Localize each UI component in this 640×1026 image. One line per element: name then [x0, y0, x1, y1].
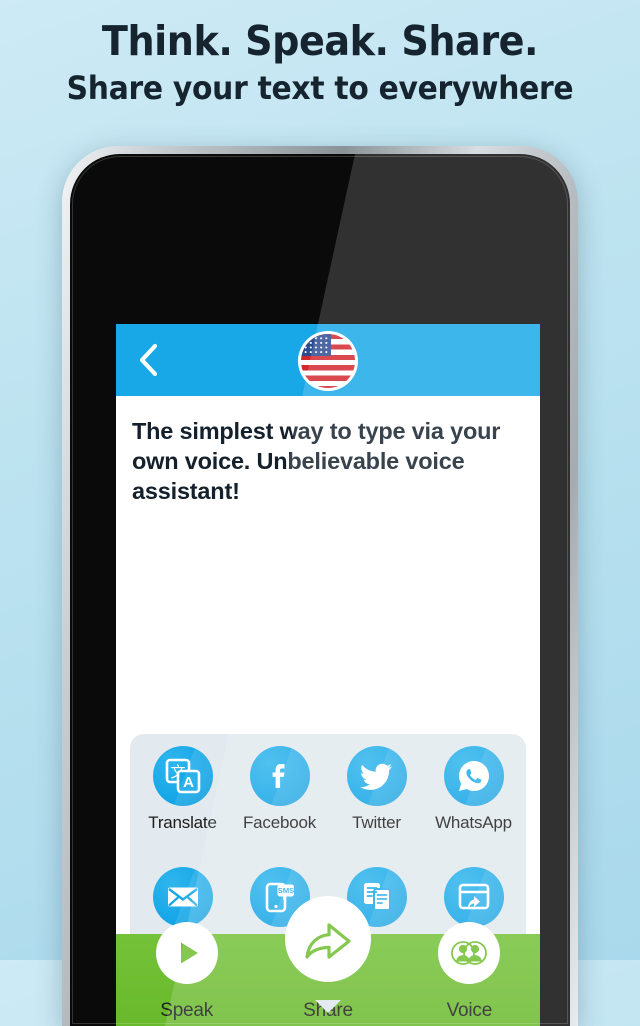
share-item-twitter[interactable]: Twitter: [328, 746, 425, 867]
message-text: The simplest way to type via your own vo…: [132, 418, 501, 504]
promo-header: Think. Speak. Share. Share your text to …: [0, 0, 640, 108]
play-icon: [155, 922, 218, 984]
message-area[interactable]: The simplest way to type via your own vo…: [116, 396, 540, 572]
share-arrow-icon: [284, 896, 371, 982]
twitter-icon: [346, 746, 407, 806]
facebook-icon: [249, 746, 310, 806]
page-subtitle: Share your text to everywhere: [66, 69, 574, 107]
tab-speak[interactable]: Speak: [116, 922, 257, 1026]
panel-pointer-triangle: [315, 1000, 341, 1013]
translate-icon: 文 A: [152, 746, 213, 806]
svg-text:SMS: SMS: [277, 886, 293, 895]
phone-device: The simplest way to type via your own vo…: [62, 146, 578, 1026]
tab-label: Speak: [160, 1000, 214, 1021]
phone-front-glass: The simplest way to type via your own vo…: [70, 154, 570, 1026]
us-flag-icon: [301, 334, 355, 388]
share-item-translate[interactable]: 文 A Translate: [134, 746, 231, 867]
share-item-whatsapp[interactable]: WhatsApp: [425, 746, 522, 867]
whatsapp-icon: [443, 746, 504, 806]
tab-label: Voice: [446, 1000, 493, 1021]
svg-text:A: A: [183, 774, 194, 791]
email-icon: [152, 867, 213, 927]
share-item-label: Facebook: [242, 813, 317, 832]
open-in-icon: [443, 867, 504, 927]
share-item-label: Translate: [148, 813, 217, 832]
app-screen: The simplest way to type via your own vo…: [116, 324, 540, 1026]
language-flag-button[interactable]: [298, 331, 358, 391]
two-people-icon: [438, 922, 501, 984]
share-item-label: Twitter: [352, 813, 401, 832]
back-button[interactable]: [130, 342, 166, 378]
share-item-label: WhatsApp: [435, 813, 512, 832]
share-item-facebook[interactable]: Facebook: [231, 746, 328, 867]
tab-voice[interactable]: Voice: [399, 922, 540, 1026]
app-navbar: [116, 324, 540, 396]
page-title: Think. Speak. Share.: [101, 17, 539, 65]
flag-canton: [301, 334, 332, 357]
